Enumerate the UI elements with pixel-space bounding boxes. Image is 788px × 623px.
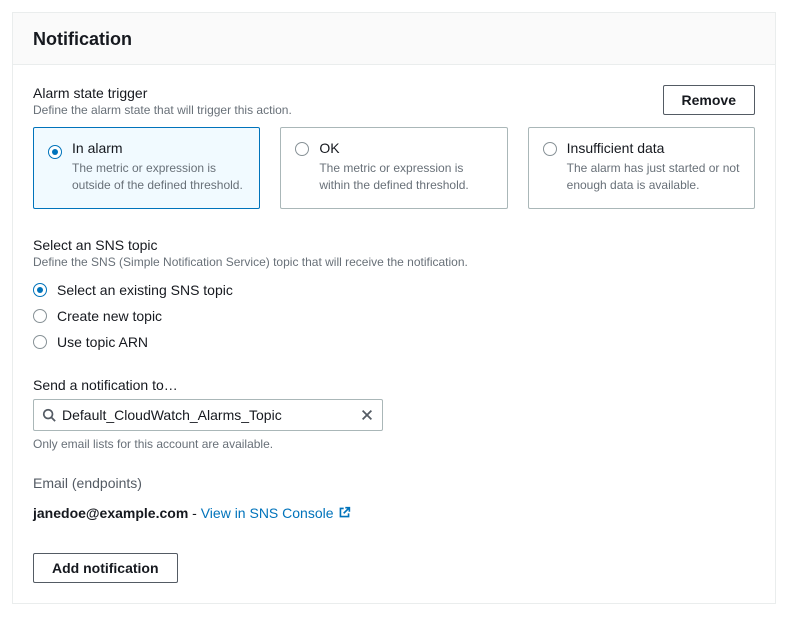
notification-panel: Notification Alarm state trigger Define … xyxy=(12,12,776,604)
view-sns-console-link[interactable]: View in SNS Console xyxy=(201,505,351,521)
topic-input[interactable] xyxy=(62,407,352,423)
radio-label: Use topic ARN xyxy=(57,334,148,350)
trigger-desc: Define the alarm state that will trigger… xyxy=(33,103,292,117)
close-icon xyxy=(360,408,374,422)
tile-desc: The metric or expression is within the d… xyxy=(319,160,492,194)
panel-title: Notification xyxy=(33,29,755,50)
endpoint-email: janedoe@example.com xyxy=(33,505,188,521)
tile-ok[interactable]: OK The metric or expression is within th… xyxy=(280,127,507,209)
trigger-title: Alarm state trigger xyxy=(33,85,292,101)
send-to-helper: Only email lists for this account are av… xyxy=(33,437,755,451)
add-notification-row: Add notification xyxy=(33,553,755,583)
sns-title: Select an SNS topic xyxy=(33,237,755,253)
tile-title: In alarm xyxy=(72,140,245,156)
tile-in-alarm[interactable]: In alarm The metric or expression is out… xyxy=(33,127,260,209)
tile-title: OK xyxy=(319,140,492,156)
radio-use-arn[interactable]: Use topic ARN xyxy=(33,329,755,355)
radio-icon xyxy=(33,335,47,349)
radio-icon xyxy=(543,142,557,194)
radio-icon xyxy=(33,283,47,297)
endpoints-section: Email (endpoints) janedoe@example.com - … xyxy=(33,475,755,521)
tile-desc: The metric or expression is outside of t… xyxy=(72,160,245,194)
send-to-label: Send a notification to… xyxy=(33,377,755,393)
radio-create-topic[interactable]: Create new topic xyxy=(33,303,755,329)
trigger-tiles: In alarm The metric or expression is out… xyxy=(33,127,755,209)
topic-input-wrap xyxy=(33,399,383,431)
endpoints-label: Email (endpoints) xyxy=(33,475,755,491)
panel-header: Notification xyxy=(13,13,775,65)
remove-button[interactable]: Remove xyxy=(663,85,755,115)
tile-desc: The alarm has just started or not enough… xyxy=(567,160,740,194)
panel-body: Alarm state trigger Define the alarm sta… xyxy=(13,65,775,603)
endpoint-line: janedoe@example.com - View in SNS Consol… xyxy=(33,505,755,521)
external-link-icon xyxy=(338,506,351,519)
radio-existing-topic[interactable]: Select an existing SNS topic xyxy=(33,277,755,303)
clear-input-button[interactable] xyxy=(358,406,376,424)
radio-icon xyxy=(48,142,62,194)
sns-desc: Define the SNS (Simple Notification Serv… xyxy=(33,255,755,269)
radio-label: Select an existing SNS topic xyxy=(57,282,233,298)
radio-label: Create new topic xyxy=(57,308,162,324)
radio-icon xyxy=(295,142,309,194)
sns-section: Select an SNS topic Define the SNS (Simp… xyxy=(33,237,755,355)
sns-radios: Select an existing SNS topic Create new … xyxy=(33,277,755,355)
radio-icon xyxy=(33,309,47,323)
search-icon xyxy=(42,408,56,422)
send-to-field: Send a notification to… xyxy=(33,377,755,451)
trigger-header: Alarm state trigger Define the alarm sta… xyxy=(33,85,755,117)
tile-insufficient-data[interactable]: Insufficient data The alarm has just sta… xyxy=(528,127,755,209)
add-notification-button[interactable]: Add notification xyxy=(33,553,178,583)
endpoint-dash: - xyxy=(188,505,200,521)
link-text: View in SNS Console xyxy=(201,505,334,521)
tile-title: Insufficient data xyxy=(567,140,740,156)
